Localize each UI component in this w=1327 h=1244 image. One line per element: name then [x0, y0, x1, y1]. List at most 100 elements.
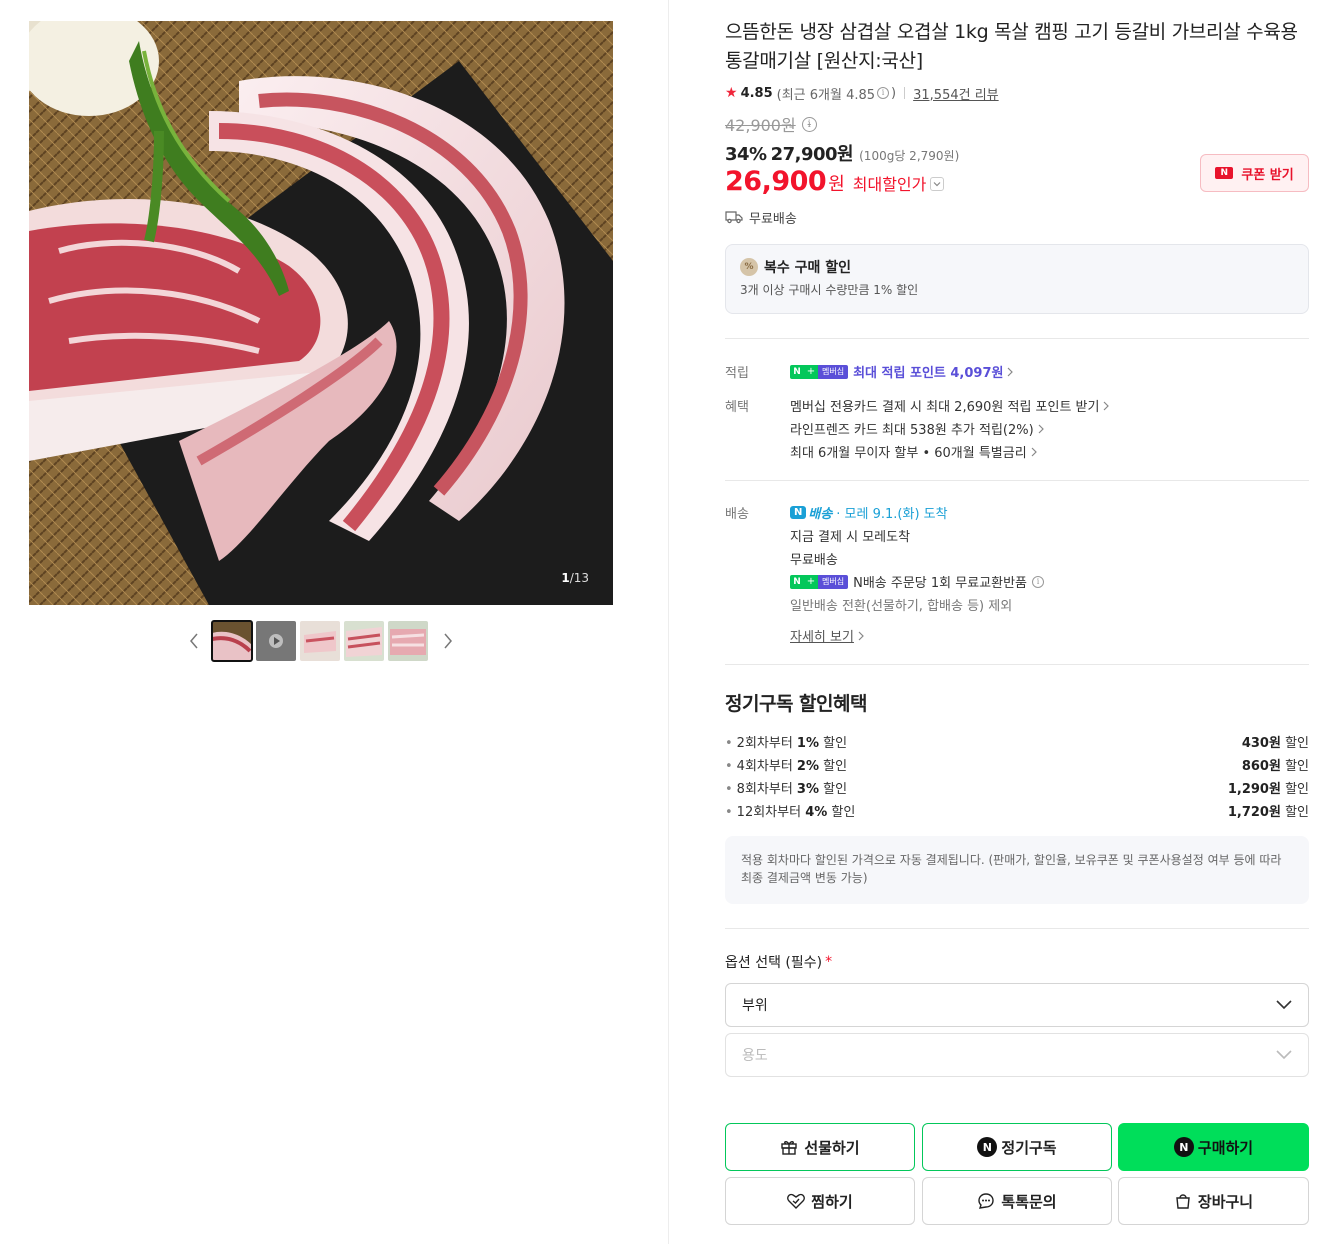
option-select-use[interactable]: 용도: [725, 1033, 1309, 1077]
max-points-text: 최대 적립 포인트 4,097원: [853, 366, 1004, 381]
n-delivery-badge: N 배송: [790, 503, 832, 522]
subscription-list: • 2회차부터 1% 할인 430원 할인 • 4회차부터 2% 할인 860원 할인 • 8…: [725, 730, 1309, 822]
thumbnail-strip: [29, 620, 613, 662]
coupon-button-label: 쿠폰 받기: [1241, 167, 1294, 183]
main-product-image[interactable]: 1/13: [29, 21, 613, 605]
product-title: 으뜸한돈 냉장 삼겹살 오겹살 1kg 목살 캠핑 고기 등갈비 가브리살 수육…: [725, 21, 1298, 72]
chat-bubble-icon: [978, 1193, 995, 1209]
chevron-left-icon[interactable]: [184, 629, 204, 653]
subscription-item: • 12회차부터 4% 할인 1,720원 할인: [725, 799, 1309, 822]
subscription-item-right: 430원 할인: [1241, 736, 1309, 751]
subscription-item: • 4회차부터 2% 할인 860원 할인: [725, 753, 1309, 776]
delivery-arrival-row: N 배송 · 모레 9.1.(화) 도착: [790, 501, 1309, 524]
rating-value: 4.85: [740, 85, 773, 101]
free-shipping-text: 무료배송: [749, 211, 797, 227]
cart-button[interactable]: 장바구니: [1118, 1177, 1309, 1225]
naver-n-icon: N: [977, 1137, 998, 1157]
subscription-item: • 8회차부터 3% 할인 1,290원 할인: [725, 776, 1309, 799]
info-icon[interactable]: i: [1032, 575, 1045, 588]
pork-belly-photo: [29, 21, 613, 605]
gift-button[interactable]: 선물하기: [725, 1123, 915, 1171]
delivery-label: 배송: [725, 507, 749, 522]
percent-icon: %: [740, 258, 758, 276]
gift-icon: [781, 1141, 798, 1155]
subscription-item-left: • 8회차부터 3% 할인: [725, 782, 848, 797]
free-shipping-row: 무료배송: [725, 208, 1309, 227]
image-counter: 1/13: [561, 571, 589, 585]
product-detail: 으뜸한돈 냉장 삼겹살 오겹살 1kg 목살 캠핑 고기 등갈비 가브리살 수육…: [725, 18, 1309, 1077]
naver-n-icon: N: [1173, 1137, 1194, 1157]
discount-rate: 34%: [725, 144, 767, 165]
thumbnail-4[interactable]: [344, 621, 384, 661]
rating-recent-close: ): [891, 85, 897, 101]
naver-n-icon: N: [1215, 167, 1234, 179]
delivery-detail-row[interactable]: 자세히 보기: [790, 624, 1309, 647]
rating-recent: (최근 6개월 4.85: [776, 87, 876, 103]
delivery-arrival: · 모레 9.1.(화) 도착: [836, 507, 948, 522]
chevron-down-icon: [1276, 1000, 1292, 1010]
delivery-section: 배송 N 배송 · 모레 9.1.(화) 도착 지금 결제 시 모레도착 무료배송…: [725, 481, 1309, 647]
chevron-down-icon: [1276, 1050, 1292, 1060]
chevron-right-icon: [1104, 401, 1110, 410]
max-discount-price: 26,900: [725, 166, 827, 197]
original-price-row: 42,900원 i: [725, 114, 1309, 135]
chevron-right-icon[interactable]: [438, 629, 458, 653]
subscription-item-right: 1,720원 할인: [1227, 805, 1309, 820]
benefits-section: 적립 N + 멤버십 최대 적립 포인트 4,097원 혜택 멤버십 전용카드 결제…: [725, 339, 1309, 463]
image-gallery: 1/13: [29, 21, 613, 662]
sale-price: 27,900원: [770, 144, 854, 165]
npay-membership-badge: N + 멤버십: [790, 364, 849, 379]
options-section: 옵션 선택 (필수) * 부위 용도: [725, 929, 1309, 1077]
thumbnail-1[interactable]: [211, 620, 253, 662]
points-label: 적립: [725, 366, 749, 381]
max-discount-label: 최대할인가: [852, 175, 927, 194]
chevron-right-icon: [1008, 367, 1014, 376]
thumbnail-5[interactable]: [388, 621, 428, 661]
rating-row: ★ 4.85 (최근 6개월 4.85 i ) 31,554건 리뷰: [725, 84, 1309, 103]
subscription-title: 정기구독 할인혜택: [725, 693, 867, 715]
info-icon[interactable]: i: [877, 87, 890, 99]
benefit-line-1[interactable]: 멤버십 전용카드 결제 시 최대 2,690원 적립 포인트 받기: [790, 394, 1309, 417]
delivery-detail-link[interactable]: 자세히 보기: [790, 626, 854, 645]
delivery-line-2: 무료배송: [790, 553, 838, 568]
subscription-item: • 2회차부터 1% 할인 430원 할인: [725, 730, 1309, 753]
subscription-item-right: 860원 할인: [1241, 759, 1309, 774]
subscription-item-left: • 12회차부터 4% 할인: [725, 805, 856, 820]
truck-icon: [725, 211, 743, 224]
npay-membership-badge: N + 멤버십: [790, 574, 849, 589]
points-row[interactable]: N + 멤버십 최대 적립 포인트 4,097원: [790, 360, 1309, 383]
option-select-part[interactable]: 부위: [725, 983, 1309, 1027]
thumbnail-3[interactable]: [300, 621, 340, 661]
buy-button[interactable]: N 구매하기: [1118, 1123, 1309, 1171]
chevron-right-icon: [1031, 447, 1037, 456]
heart-icon: [787, 1193, 806, 1209]
wish-button[interactable]: 찜하기: [725, 1177, 915, 1225]
price-info-icon[interactable]: i: [801, 116, 817, 132]
separator: [904, 87, 906, 99]
subscription-item-left: • 4회차부터 2% 할인: [725, 759, 848, 774]
subscription-note: 적용 회차마다 할인된 가격으로 자동 결제됩니다. (판매가, 할인율, 보유…: [725, 836, 1309, 904]
bulk-discount-box: % 복수 구매 할인 3개 이상 구매시 수량만큼 1% 할인: [725, 244, 1309, 314]
chevron-right-icon: [1038, 424, 1044, 433]
delivery-line-4: 일반배송 전환(선물하기, 합배송 등) 제외: [790, 599, 1013, 614]
thumbnail-2-video[interactable]: [256, 621, 296, 661]
original-price: 42,900원: [725, 116, 796, 135]
delivery-line-1: 지금 결제 시 모레도착: [790, 530, 911, 545]
benefit-label: 혜택: [725, 400, 749, 415]
subscription-section: 정기구독 할인혜택 • 2회차부터 1% 할인 430원 할인 • 4회차부터 2% 할…: [725, 665, 1309, 904]
delivery-line-3: N + 멤버십 N배송 주문당 1회 무료교환반품 i: [790, 570, 1309, 593]
option-label: 옵션 선택 (필수) *: [725, 954, 833, 971]
subscription-item-left: • 2회차부터 1% 할인: [725, 736, 848, 751]
benefit-line-3[interactable]: 최대 6개월 무이자 할부 • 60개월 특별금리: [790, 440, 1309, 463]
benefit-line-2[interactable]: 라인프렌즈 카드 최대 538원 추가 적립(2%): [790, 417, 1309, 440]
unit-price: (100g당 2,790원): [859, 149, 960, 163]
shopping-bag-icon: [1176, 1194, 1190, 1209]
bulk-discount-title: 복수 구매 할인: [764, 260, 852, 276]
subscribe-button[interactable]: N 정기구독: [922, 1123, 1112, 1171]
coupon-button[interactable]: N 쿠폰 받기: [1200, 154, 1309, 192]
talk-button[interactable]: 톡톡문의: [922, 1177, 1112, 1225]
bulk-discount-desc: 3개 이상 구매시 수량만큼 1% 할인: [740, 283, 919, 297]
review-count-link[interactable]: 31,554건 리뷰: [913, 84, 999, 103]
chevron-down-icon[interactable]: [930, 177, 945, 191]
column-divider: [668, 0, 669, 1244]
